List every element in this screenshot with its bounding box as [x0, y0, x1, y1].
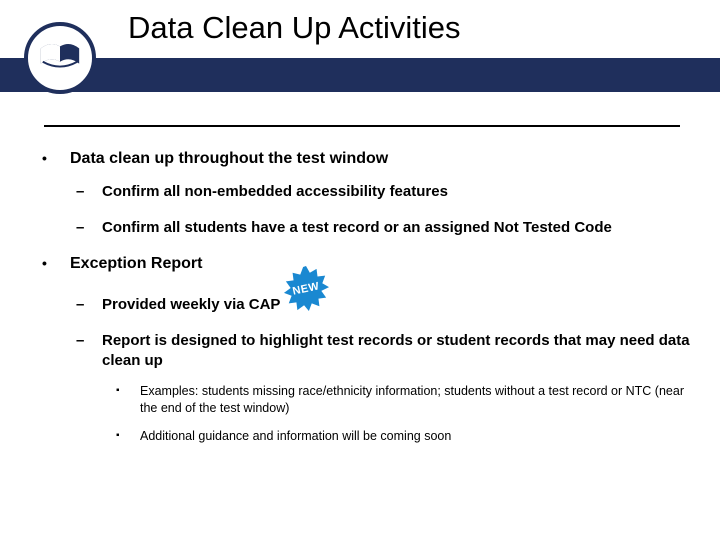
- sub-bullet-item: Confirm all students have a test record …: [70, 218, 690, 238]
- logo: [24, 22, 96, 94]
- bullet-item: Exception Report Provided weekly via CAP…: [30, 255, 690, 445]
- sub-bullet-item: Confirm all non-embedded accessibility f…: [70, 182, 690, 202]
- sub-bullet-text: Report is designed to highlight test rec…: [102, 332, 690, 369]
- bullet-text: Exception Report: [70, 255, 202, 272]
- sub-bullet-item: Report is designed to highlight test rec…: [70, 331, 690, 444]
- new-badge: NEW: [283, 266, 329, 312]
- header-band: [0, 58, 720, 92]
- sub-bullet-item: Provided weekly via CAP: [70, 295, 690, 315]
- book-icon: [37, 33, 83, 84]
- slide-title: Data Clean Up Activities: [128, 10, 461, 46]
- horizontal-rule: [44, 125, 680, 127]
- bullet-text: Data clean up throughout the test window: [70, 150, 388, 167]
- slide-content: Data clean up throughout the test window…: [30, 150, 690, 460]
- example-item: Additional guidance and information will…: [102, 428, 690, 444]
- badge-label: NEW: [279, 262, 334, 317]
- slide-header: Data Clean Up Activities: [0, 0, 720, 95]
- example-item: Examples: students missing race/ethnicit…: [102, 383, 690, 416]
- bullet-item: Data clean up throughout the test window…: [30, 150, 690, 239]
